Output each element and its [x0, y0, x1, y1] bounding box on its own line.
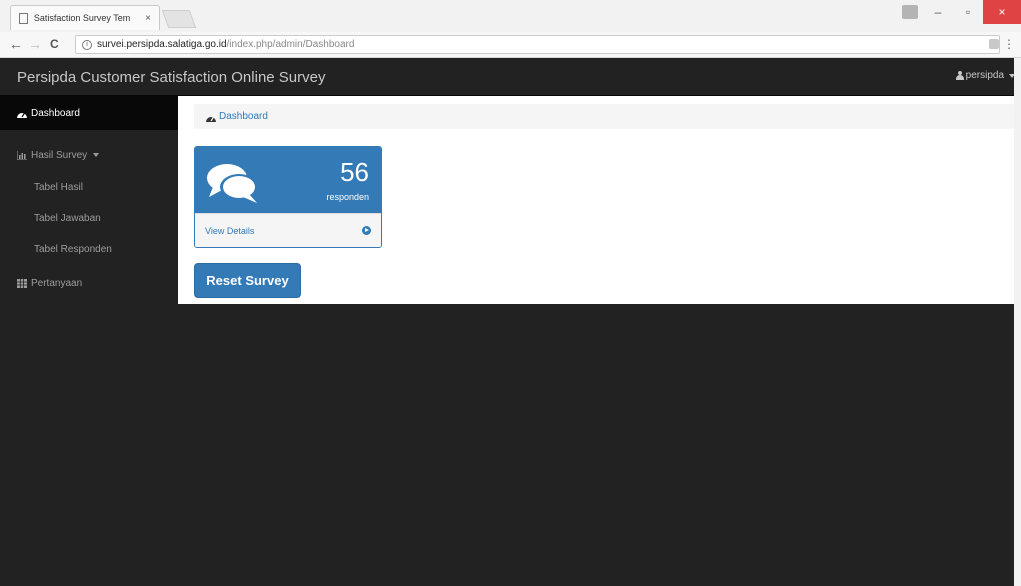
- close-window-button[interactable]: ×: [983, 0, 1021, 24]
- address-bar: ← → C i survei.persipda.salatiga.go.id/i…: [0, 32, 1021, 58]
- tab-title: Satisfaction Survey Tem: [33, 13, 131, 23]
- extension-icon[interactable]: [989, 39, 999, 49]
- comments-icon: [207, 164, 258, 203]
- navbar-brand[interactable]: Persipda Customer Satisfaction Online Su…: [17, 69, 325, 86]
- view-details-link[interactable]: View Details: [195, 213, 381, 247]
- tab-close-icon[interactable]: ×: [145, 13, 151, 24]
- arrow-circle-right-icon: [362, 226, 371, 235]
- dashboard-icon: [17, 108, 27, 118]
- restore-button[interactable]: ▫: [953, 0, 983, 24]
- sidebar-item-label: Dashboard: [31, 107, 80, 119]
- sidebar-item-pertanyaan[interactable]: Pertanyaan: [0, 266, 178, 300]
- reset-survey-button[interactable]: Reset Survey: [194, 263, 301, 298]
- browser-tab[interactable]: Satisfaction Survey Tem ×: [10, 5, 160, 30]
- sidebar-item-label: Tabel Responden: [34, 243, 112, 255]
- panel-heading: 56 responden: [195, 147, 381, 213]
- breadcrumb-link[interactable]: Dashboard: [219, 111, 268, 122]
- sidebar-item-label: Hasil Survey: [31, 149, 88, 161]
- bar-chart-icon: [17, 150, 27, 160]
- dashboard-icon: [206, 112, 216, 122]
- responden-panel: 56 responden View Details: [194, 146, 382, 248]
- responden-count: 56: [340, 157, 369, 187]
- url-host: survei.persipda.salatiga.go.id: [97, 39, 227, 50]
- sidebar-item-tabel-hasil[interactable]: Tabel Hasil: [0, 170, 178, 204]
- new-tab-button[interactable]: [161, 10, 197, 28]
- user-menu[interactable]: persipda: [955, 70, 1015, 81]
- table-icon: [17, 278, 27, 288]
- page-icon: [19, 12, 28, 24]
- responden-label: responden: [326, 192, 369, 202]
- url-input[interactable]: i survei.persipda.salatiga.go.id/index.p…: [75, 35, 1000, 54]
- top-navbar: Persipda Customer Satisfaction Online Su…: [0, 58, 1021, 96]
- minimize-button[interactable]: –: [923, 0, 953, 24]
- back-button[interactable]: ←: [9, 36, 23, 52]
- tab-strip: Satisfaction Survey Tem × – ▫ ×: [0, 0, 1021, 32]
- chevron-down-icon: [93, 153, 100, 157]
- info-icon[interactable]: i: [82, 39, 92, 50]
- sidebar-item-label: Tabel Jawaban: [34, 212, 101, 224]
- profile-icon: [902, 5, 918, 19]
- profile-button[interactable]: [897, 0, 923, 24]
- view-details-label: View Details: [205, 225, 255, 236]
- forward-button[interactable]: →: [28, 36, 42, 52]
- sidebar-item-tabel-responden[interactable]: Tabel Responden: [0, 232, 178, 266]
- main-content: Dashboard 56 responden View Details Rese…: [178, 96, 1021, 304]
- sidebar-item-dashboard[interactable]: Dashboard: [0, 96, 178, 130]
- browser-menu-button[interactable]: ⋮: [1003, 37, 1015, 51]
- sidebar-item-label: Tabel Hasil: [34, 181, 83, 193]
- browser-chrome: Satisfaction Survey Tem × – ▫ × ← → C i …: [0, 0, 1021, 58]
- sidebar-item-label: Pertanyaan: [31, 277, 83, 289]
- user-icon: [955, 71, 964, 80]
- user-name: persipda: [965, 70, 1004, 81]
- reload-button[interactable]: C: [50, 37, 59, 51]
- sidebar-item-tabel-jawaban[interactable]: Tabel Jawaban: [0, 201, 178, 235]
- window-controls: – ▫ ×: [897, 0, 1021, 24]
- window-edge: [1014, 58, 1021, 586]
- url-path: /index.php/admin/Dashboard: [226, 39, 355, 50]
- app: Persipda Customer Satisfaction Online Su…: [0, 58, 1021, 586]
- sidebar: Dashboard Hasil Survey Tabel Hasil Tabel…: [0, 96, 178, 586]
- breadcrumb: Dashboard: [194, 104, 1014, 129]
- sidebar-item-hasil-survey[interactable]: Hasil Survey: [0, 138, 178, 172]
